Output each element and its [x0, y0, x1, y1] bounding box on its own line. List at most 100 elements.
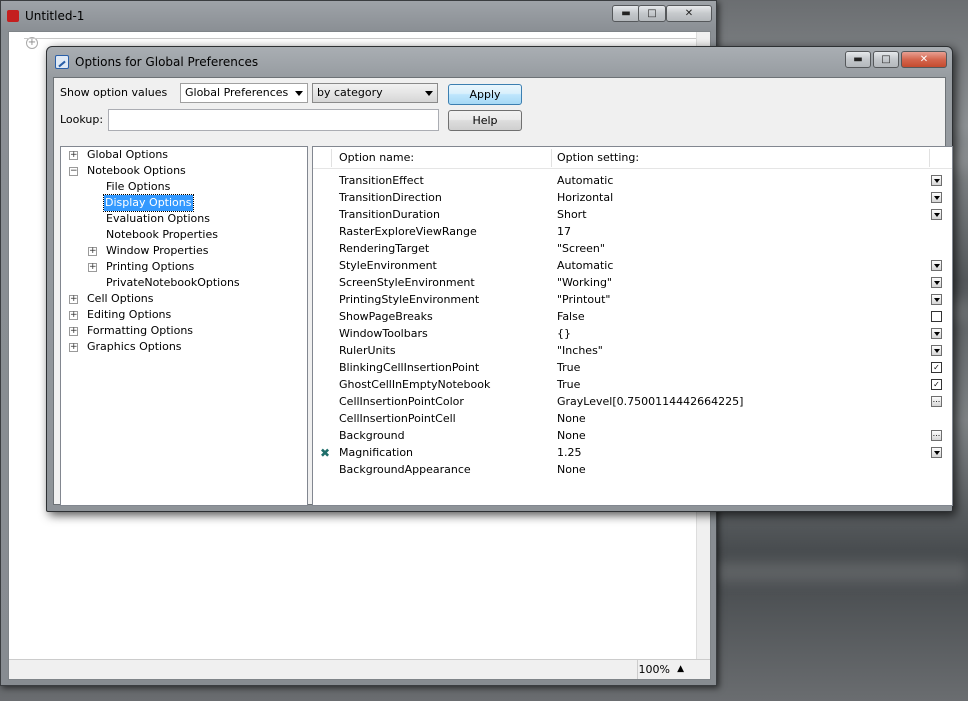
tree-item-label: Display Options: [103, 194, 194, 212]
value-dropdown-icon[interactable]: [931, 294, 942, 305]
option-setting[interactable]: False: [557, 310, 585, 323]
table-row[interactable]: TransitionDirection Horizontal: [313, 189, 952, 206]
value-dropdown-icon[interactable]: [931, 447, 942, 458]
value-checkbox[interactable]: [931, 311, 942, 322]
options-tree[interactable]: + Global Options − Notebook Options File…: [60, 146, 308, 506]
value-editor-button[interactable]: ...: [931, 396, 942, 407]
options-grid[interactable]: Option name: Option setting: TransitionE…: [312, 146, 953, 506]
reset-option-icon[interactable]: ✖: [320, 446, 330, 460]
option-setting[interactable]: True: [557, 378, 580, 391]
tree-item-label: Window Properties: [106, 244, 209, 257]
table-row[interactable]: TransitionEffect Automatic: [313, 172, 952, 189]
option-setting[interactable]: None: [557, 463, 586, 476]
value-dropdown-icon[interactable]: [931, 192, 942, 203]
option-setting[interactable]: Horizontal: [557, 191, 613, 204]
chevron-down-icon: [295, 91, 303, 96]
maximize-button[interactable]: □: [638, 5, 666, 22]
zoom-level[interactable]: 100%: [639, 663, 670, 676]
scope-select-value: Global Preferences: [185, 86, 289, 99]
table-row[interactable]: CellInsertionPointCell None: [313, 410, 952, 427]
dialog-maximize-button[interactable]: □: [873, 51, 899, 68]
table-row[interactable]: RulerUnits "Inches": [313, 342, 952, 359]
option-setting[interactable]: None: [557, 429, 586, 442]
option-inspector-icon: [55, 55, 69, 69]
minimize-button[interactable]: ▬: [612, 5, 640, 22]
tree-item-label: Evaluation Options: [106, 212, 210, 225]
table-row[interactable]: ✖ Magnification 1.25: [313, 444, 952, 461]
table-row[interactable]: WindowToolbars {}: [313, 325, 952, 342]
option-name: PrintingStyleEnvironment: [339, 293, 480, 306]
table-row[interactable]: ScreenStyleEnvironment "Working": [313, 274, 952, 291]
column-header-option-setting[interactable]: Option setting:: [557, 151, 639, 164]
expand-icon[interactable]: +: [88, 263, 97, 272]
option-setting[interactable]: "Printout": [557, 293, 610, 306]
option-setting[interactable]: True: [557, 361, 580, 374]
expand-icon[interactable]: +: [88, 247, 97, 256]
table-row[interactable]: GhostCellInEmptyNotebook True ✓: [313, 376, 952, 393]
option-setting[interactable]: {}: [557, 327, 571, 340]
value-editor-button[interactable]: ...: [931, 430, 942, 441]
table-row[interactable]: StyleEnvironment Automatic: [313, 257, 952, 274]
mathematica-logo-icon: [7, 10, 19, 22]
help-button[interactable]: Help: [448, 110, 522, 131]
view-select-value: by category: [317, 86, 383, 99]
option-setting[interactable]: Automatic: [557, 259, 613, 272]
notebook-title: Untitled-1: [25, 9, 85, 23]
option-setting[interactable]: Automatic: [557, 174, 613, 187]
option-name: ScreenStyleEnvironment: [339, 276, 475, 289]
option-name: CellInsertionPointColor: [339, 395, 464, 408]
table-row[interactable]: RenderingTarget "Screen": [313, 240, 952, 257]
tree-item-label: Printing Options: [106, 260, 195, 273]
table-row[interactable]: BlinkingCellInsertionPoint True ✓: [313, 359, 952, 376]
column-header-option-name[interactable]: Option name:: [339, 151, 414, 164]
dialog-minimize-button[interactable]: ▬: [845, 51, 871, 68]
zoom-menu-icon[interactable]: ▲: [677, 664, 684, 674]
expand-icon[interactable]: +: [69, 151, 78, 160]
value-dropdown-icon[interactable]: [931, 277, 942, 288]
table-row[interactable]: Background None...: [313, 427, 952, 444]
option-name: BlinkingCellInsertionPoint: [339, 361, 480, 374]
option-name: Background: [339, 429, 405, 442]
option-setting[interactable]: None: [557, 412, 586, 425]
option-setting[interactable]: "Inches": [557, 344, 603, 357]
table-row[interactable]: RasterExploreViewRange 17: [313, 223, 952, 240]
table-row[interactable]: PrintingStyleEnvironment "Printout": [313, 291, 952, 308]
expand-icon[interactable]: +: [69, 295, 78, 304]
option-setting[interactable]: Short: [557, 208, 587, 221]
value-dropdown-icon[interactable]: [931, 328, 942, 339]
tree-item-label: Formatting Options: [87, 324, 194, 337]
collapse-icon[interactable]: −: [69, 167, 78, 176]
value-dropdown-icon[interactable]: [931, 175, 942, 186]
option-setting[interactable]: GrayLevel[0.7500114442664225]: [557, 395, 743, 408]
column-divider: [551, 149, 552, 167]
view-select[interactable]: by category: [312, 83, 438, 103]
option-setting[interactable]: 17: [557, 225, 571, 238]
option-setting[interactable]: "Working": [557, 276, 612, 289]
tree-item-label: File Options: [106, 180, 171, 193]
tree-item-label: Editing Options: [87, 308, 172, 321]
option-setting[interactable]: 1.25: [557, 446, 582, 459]
option-name: GhostCellInEmptyNotebook: [339, 378, 491, 391]
lookup-input[interactable]: [108, 109, 439, 131]
value-dropdown-icon[interactable]: [931, 209, 942, 220]
scope-select[interactable]: Global Preferences: [180, 83, 308, 103]
table-row[interactable]: ShowPageBreaks False: [313, 308, 952, 325]
expand-icon[interactable]: +: [69, 343, 78, 352]
value-checkbox[interactable]: ✓: [931, 362, 942, 373]
expand-icon[interactable]: +: [69, 311, 78, 320]
dialog-close-button[interactable]: ✕: [901, 51, 947, 68]
status-bar: 100% ▲: [9, 659, 710, 679]
expand-icon[interactable]: +: [69, 327, 78, 336]
close-button[interactable]: ✕: [666, 5, 712, 22]
table-row[interactable]: TransitionDuration Short: [313, 206, 952, 223]
value-checkbox[interactable]: ✓: [931, 379, 942, 390]
lookup-label: Lookup:: [60, 113, 104, 126]
table-row[interactable]: BackgroundAppearance None: [313, 461, 952, 478]
table-row[interactable]: CellInsertionPointColor GrayLevel[0.75001…: [313, 393, 952, 410]
apply-button[interactable]: Apply: [448, 84, 522, 105]
tree-item-label: Global Options: [87, 148, 169, 161]
value-dropdown-icon[interactable]: [931, 260, 942, 271]
option-setting[interactable]: "Screen": [557, 242, 605, 255]
value-dropdown-icon[interactable]: [931, 345, 942, 356]
option-name: StyleEnvironment: [339, 259, 437, 272]
